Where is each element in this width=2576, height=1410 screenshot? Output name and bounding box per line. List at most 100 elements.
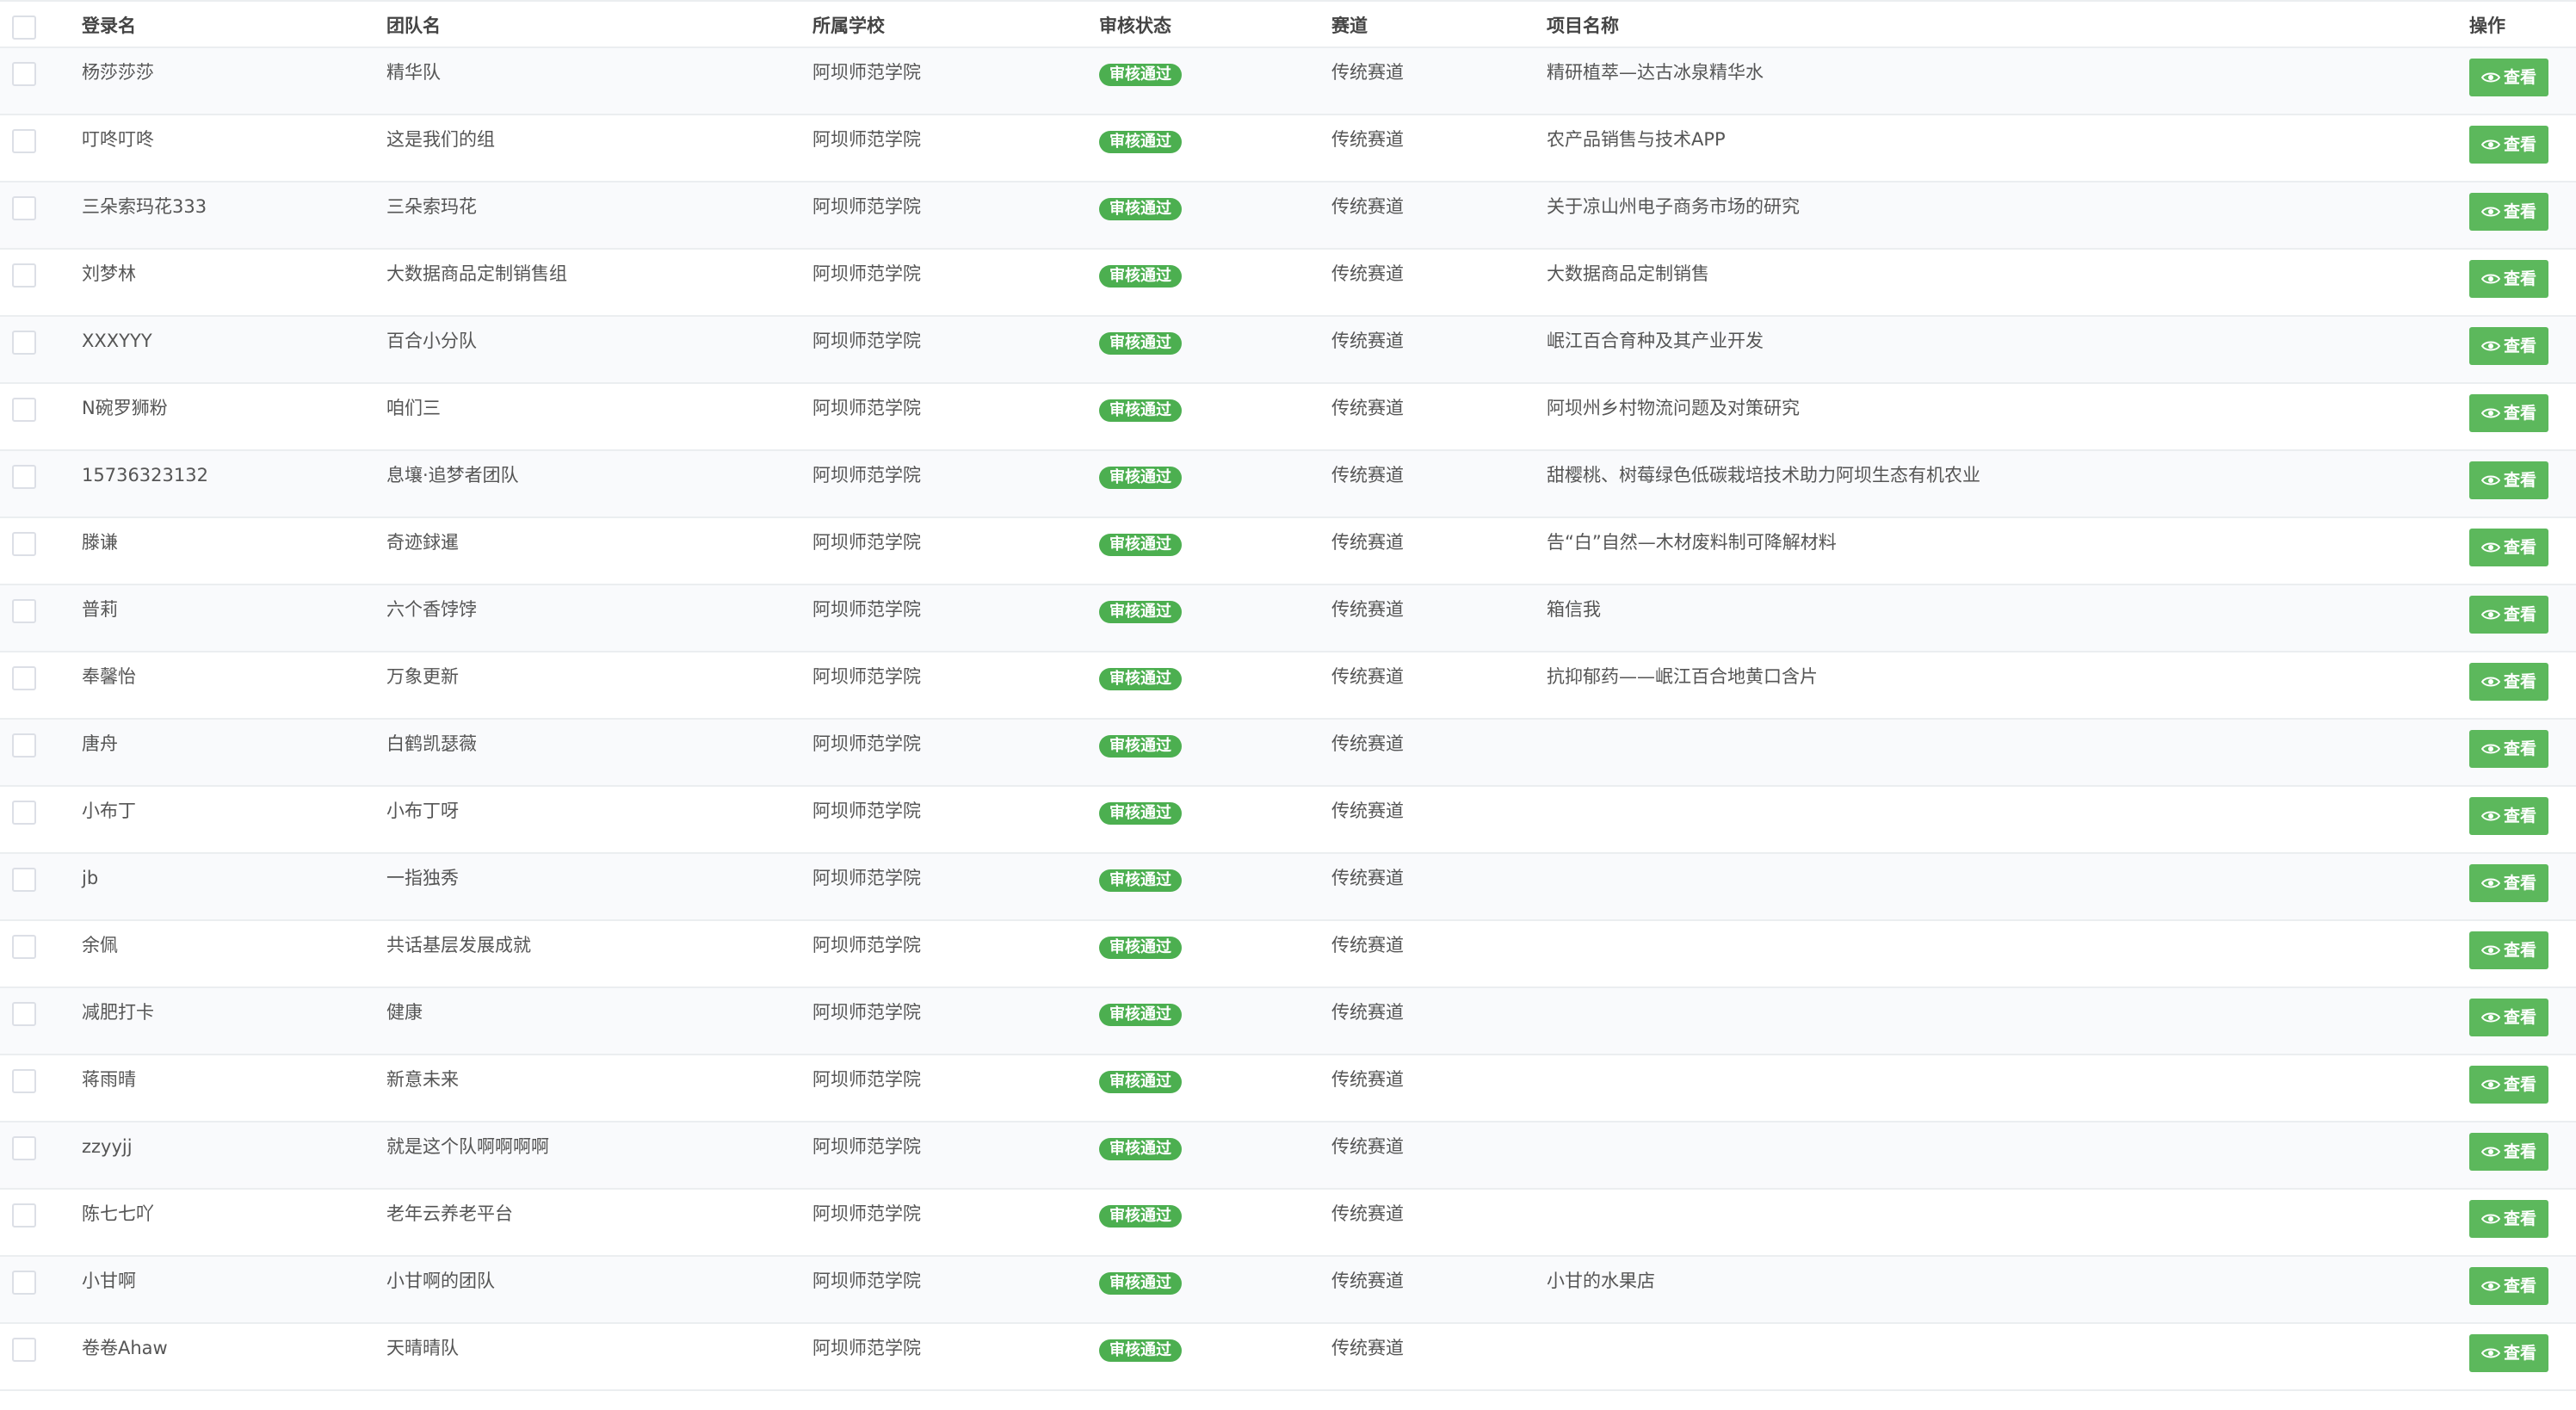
row-select-cell[interactable] — [12, 1122, 36, 1188]
view-button[interactable]: 查看 — [2469, 663, 2549, 701]
row-select-cell[interactable] — [12, 921, 36, 986]
row-checkbox[interactable] — [12, 1069, 36, 1093]
row-select-cell[interactable] — [12, 854, 36, 919]
eye-icon — [2481, 408, 2500, 418]
table-row: N碗罗狮粉 咱们三 阿坝师范学院 审核通过 传统赛道 阿坝州乡村物流问题及对策研究 查看 — [0, 384, 2576, 451]
row-select-cell[interactable] — [12, 182, 36, 248]
row-checkbox[interactable] — [12, 1338, 36, 1362]
cell-action: 查看 — [2469, 921, 2549, 986]
cell-project: 岷江百合育种及其产业开发 — [1547, 331, 1764, 351]
cell-login: 小甘啊 — [82, 1271, 136, 1291]
view-button-label: 查看 — [2504, 1277, 2537, 1296]
cell-status: 审核通过 — [1099, 518, 1182, 584]
cell-school: 阿坝师范学院 — [812, 1271, 921, 1291]
view-button[interactable]: 查看 — [2469, 1133, 2549, 1171]
view-button[interactable]: 查看 — [2469, 529, 2549, 566]
eye-icon — [2481, 1147, 2500, 1157]
cell-track: 传统赛道 — [1331, 733, 1404, 754]
cell-login: 滕谦 — [82, 532, 118, 553]
row-select-cell[interactable] — [12, 1257, 36, 1322]
header-select-all[interactable] — [12, 2, 36, 46]
row-select-cell[interactable] — [12, 518, 36, 584]
row-select-cell[interactable] — [12, 48, 36, 114]
row-checkbox[interactable] — [12, 1203, 36, 1228]
cell-action: 查看 — [2469, 1190, 2549, 1255]
view-button[interactable]: 查看 — [2469, 1334, 2549, 1372]
cell-login: jb — [82, 868, 99, 888]
view-button-label: 查看 — [2504, 874, 2537, 893]
view-button[interactable]: 查看 — [2469, 797, 2549, 835]
cell-status: 审核通过 — [1099, 451, 1182, 516]
row-select-cell[interactable] — [12, 384, 36, 449]
row-checkbox[interactable] — [12, 1271, 36, 1295]
view-button[interactable]: 查看 — [2469, 931, 2549, 969]
row-checkbox[interactable] — [12, 1136, 36, 1160]
view-button-label: 查看 — [2504, 1008, 2537, 1027]
cell-login: 余佩 — [82, 935, 118, 955]
row-select-cell[interactable] — [12, 1324, 36, 1389]
view-button[interactable]: 查看 — [2469, 596, 2549, 634]
view-button[interactable]: 查看 — [2469, 999, 2549, 1036]
row-checkbox[interactable] — [12, 196, 36, 220]
view-button-label: 查看 — [2504, 941, 2537, 960]
view-button[interactable]: 查看 — [2469, 193, 2549, 231]
row-select-cell[interactable] — [12, 988, 36, 1054]
view-button-label: 查看 — [2504, 269, 2537, 288]
row-checkbox[interactable] — [12, 263, 36, 288]
row-checkbox[interactable] — [12, 935, 36, 959]
cell-status: 审核通过 — [1099, 1190, 1182, 1255]
cell-track: 传统赛道 — [1331, 129, 1404, 150]
select-all-checkbox[interactable] — [12, 15, 36, 40]
view-button[interactable]: 查看 — [2469, 730, 2549, 768]
row-checkbox[interactable] — [12, 666, 36, 690]
view-button[interactable]: 查看 — [2469, 394, 2549, 432]
view-button[interactable]: 查看 — [2469, 260, 2549, 298]
cell-login: 叮咚叮咚 — [82, 129, 154, 150]
view-button[interactable]: 查看 — [2469, 1267, 2549, 1305]
cell-login: 杨莎莎莎 — [82, 62, 154, 83]
view-button[interactable]: 查看 — [2469, 327, 2549, 365]
cell-action: 查看 — [2469, 854, 2549, 919]
row-select-cell[interactable] — [12, 250, 36, 315]
row-checkbox[interactable] — [12, 62, 36, 86]
row-checkbox[interactable] — [12, 129, 36, 153]
cell-track: 传统赛道 — [1331, 1136, 1404, 1157]
cell-track: 传统赛道 — [1331, 935, 1404, 955]
row-checkbox[interactable] — [12, 465, 36, 489]
row-checkbox[interactable] — [12, 532, 36, 556]
row-checkbox[interactable] — [12, 801, 36, 825]
row-select-cell[interactable] — [12, 652, 36, 718]
row-select-cell[interactable] — [12, 1190, 36, 1255]
cell-status: 审核通过 — [1099, 787, 1182, 852]
row-select-cell[interactable] — [12, 787, 36, 852]
eye-icon — [2481, 945, 2500, 955]
row-checkbox[interactable] — [12, 599, 36, 623]
status-badge: 审核通过 — [1099, 601, 1182, 623]
view-button[interactable]: 查看 — [2469, 126, 2549, 164]
view-button-label: 查看 — [2504, 538, 2537, 557]
table-row: 小甘啊 小甘啊的团队 阿坝师范学院 审核通过 传统赛道 小甘的水果店 查看 — [0, 1257, 2576, 1324]
row-select-cell[interactable] — [12, 115, 36, 181]
eye-icon — [2481, 1348, 2500, 1358]
row-select-cell[interactable] — [12, 317, 36, 382]
row-checkbox[interactable] — [12, 398, 36, 422]
view-button[interactable]: 查看 — [2469, 864, 2549, 902]
row-checkbox[interactable] — [12, 868, 36, 892]
view-button[interactable]: 查看 — [2469, 59, 2549, 96]
table-header: 登录名 团队名 所属学校 审核状态 赛道 项目名称 操作 — [0, 0, 2576, 48]
row-select-cell[interactable] — [12, 451, 36, 516]
row-select-cell[interactable] — [12, 1055, 36, 1121]
cell-project: 阿坝州乡村物流问题及对策研究 — [1547, 398, 1800, 418]
row-checkbox[interactable] — [12, 1002, 36, 1026]
cell-login: 小布丁 — [82, 801, 136, 821]
row-checkbox[interactable] — [12, 331, 36, 355]
view-button[interactable]: 查看 — [2469, 461, 2549, 499]
row-select-cell[interactable] — [12, 720, 36, 785]
eye-icon — [2481, 72, 2500, 83]
view-button[interactable]: 查看 — [2469, 1200, 2549, 1238]
eye-icon — [2481, 207, 2500, 217]
view-button[interactable]: 查看 — [2469, 1066, 2549, 1104]
view-button-label: 查看 — [2504, 404, 2537, 423]
row-checkbox[interactable] — [12, 733, 36, 758]
row-select-cell[interactable] — [12, 585, 36, 651]
